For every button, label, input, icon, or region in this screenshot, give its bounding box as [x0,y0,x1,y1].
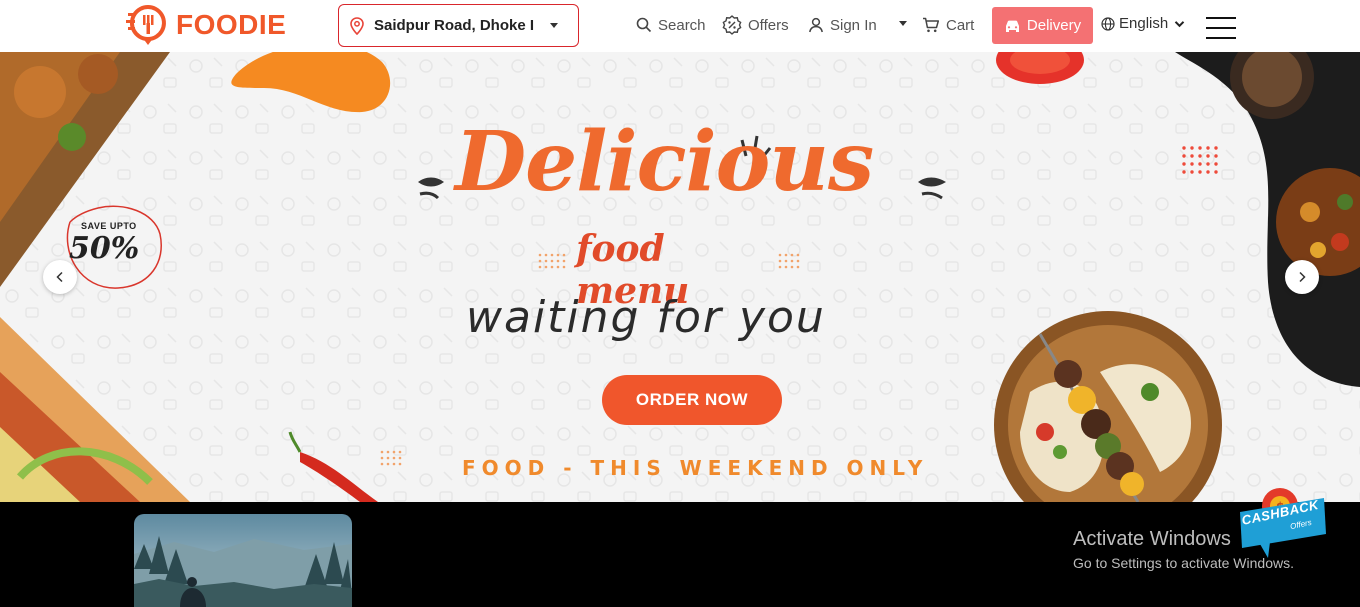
featured-thumbnail[interactable] [134,514,352,607]
save-badge-caption: SAVE UPTO [81,221,137,231]
location-selector[interactable]: Saidpur Road, Dhoke I [338,4,579,47]
nav-sign-in[interactable]: Sign In [808,14,877,36]
language-selector[interactable]: English [1101,15,1185,32]
order-now-button[interactable]: ORDER NOW [602,375,782,425]
carousel-next-button[interactable] [1285,260,1319,294]
nav-offers-label: Offers [748,16,789,34]
cashback-offers-badge[interactable]: $ CASHBACK Offers [1238,484,1328,564]
map-pin-icon [350,16,364,35]
search-icon [636,17,652,33]
forest-landscape-image [134,514,352,607]
location-value: Saidpur Road, Dhoke I [374,17,534,34]
hero-promo-text: FOOD - THIS WEEKEND ONLY [462,456,929,480]
nav-cart[interactable]: Cart [922,14,974,36]
user-icon [809,17,823,33]
hero-banner: SAVE UPTO 50% Delicious food menu waitin… [0,52,1360,502]
brand-name: FOODIE [176,9,287,40]
top-navbar: FOODIE Saidpur Road, Dhoke I Search Offe… [0,0,1360,52]
nav-offers[interactable]: Offers [722,14,789,36]
chevron-right-icon [1299,271,1306,283]
chevron-down-icon [1174,20,1185,27]
car-icon [1005,20,1019,32]
account-dropdown-caret-icon[interactable] [899,21,907,26]
discount-badge-icon [722,15,742,35]
nav-sign-in-label: Sign In [830,16,877,34]
cart-icon [923,17,940,33]
hamburger-menu-icon[interactable] [1206,16,1236,40]
hero-tagline: waiting for you [466,292,826,343]
delivery-button[interactable]: Delivery [992,7,1093,44]
save-badge-value: 50% [69,231,140,266]
nav-search-label: Search [658,16,706,34]
hero-headline: Delicious [455,114,874,210]
language-label: English [1119,15,1169,32]
delivery-button-label: Delivery [1026,17,1082,34]
nav-search[interactable]: Search [636,14,706,36]
chevron-left-icon [56,271,63,283]
brand-logo[interactable]: FOODIE [126,2,286,48]
nav-cart-label: Cart [946,16,975,34]
content-section: Activate Windows Go to Settings to activ… [0,502,1360,607]
chevron-down-icon [550,23,558,28]
foodie-logo-icon [126,5,166,45]
carousel-prev-button[interactable] [43,260,77,294]
globe-icon [1101,16,1115,31]
